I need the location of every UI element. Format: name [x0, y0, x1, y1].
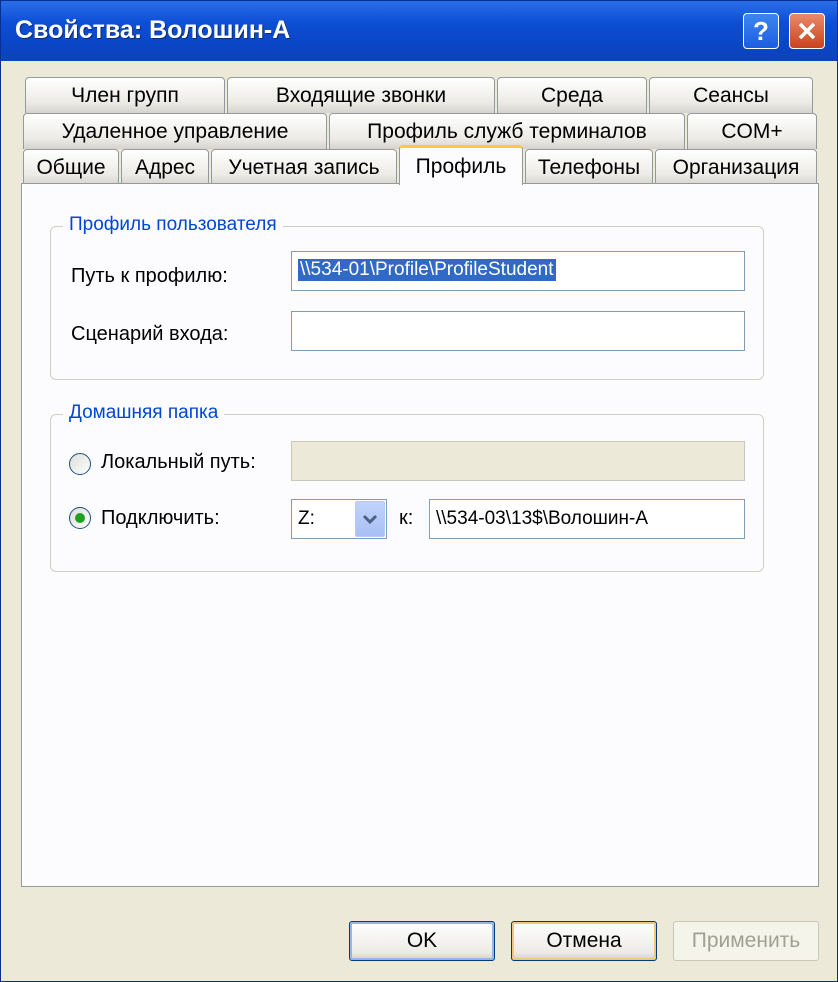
help-icon: ?: [753, 15, 769, 46]
tab-account[interactable]: Учетная запись: [211, 149, 397, 185]
tab-label: Общие: [36, 155, 106, 179]
tab-environment[interactable]: Среда: [497, 77, 647, 113]
tab-general[interactable]: Общие: [23, 149, 119, 185]
chevron-down-icon: [362, 514, 378, 525]
tab-label: Член групп: [71, 83, 179, 107]
connect-path-value: \\534-03\13$\Волошин-А: [436, 508, 649, 529]
profile-path-input[interactable]: \\534-01\Profile\ProfileStudent: [291, 251, 745, 291]
tab-telephones[interactable]: Телефоны: [525, 149, 653, 185]
user-profile-group: Профиль пользователя Путь к профилю: \\5…: [50, 214, 764, 380]
home-folder-group: Домашняя папка Локальный путь: Подключит…: [50, 402, 764, 572]
tab-address[interactable]: Адрес: [121, 149, 209, 185]
tab-label: Телефоны: [537, 155, 641, 179]
apply-label: Применить: [691, 929, 801, 952]
tab-label: Организация: [672, 155, 800, 179]
window-title: Свойства: Волошин-А: [15, 16, 291, 44]
local-path-label: Локальный путь:: [101, 451, 256, 473]
profile-path-label: Путь к профилю:: [71, 265, 228, 287]
connect-label: Подключить:: [101, 507, 220, 529]
ok-label: OK: [406, 929, 438, 952]
help-button[interactable]: ?: [743, 13, 779, 49]
drive-letter-select[interactable]: Z:: [291, 499, 387, 539]
connect-radio[interactable]: [69, 507, 91, 529]
tab-label: Среда: [541, 83, 603, 107]
tab-label: Учетная запись: [228, 155, 380, 179]
tab-label: Адрес: [134, 155, 196, 179]
local-path-radio[interactable]: [69, 453, 91, 475]
title-bar[interactable]: Свойства: Волошин-А ?: [1, 1, 837, 61]
tab-label: Входящие звонки: [275, 83, 447, 107]
properties-dialog: Свойства: Волошин-А ? Член групп Входящи…: [0, 0, 838, 982]
tab-sessions[interactable]: Сеансы: [649, 77, 813, 113]
dropdown-button[interactable]: [355, 501, 385, 537]
connect-path-input[interactable]: \\534-03\13$\Волошин-А: [429, 499, 745, 539]
radio-selected-dot: [75, 513, 85, 523]
tab-com-plus[interactable]: COM+: [687, 113, 817, 149]
cancel-label: Отмена: [546, 929, 622, 952]
close-button[interactable]: [789, 13, 825, 49]
ok-button[interactable]: OK: [349, 921, 495, 961]
home-folder-group-title: Домашняя папка: [63, 402, 225, 424]
local-path-input[interactable]: [291, 441, 745, 481]
apply-button[interactable]: Применить: [673, 921, 819, 961]
tab-member-of[interactable]: Член групп: [25, 77, 225, 113]
logon-script-label: Сценарий входа:: [71, 323, 229, 345]
logon-script-input[interactable]: [291, 311, 745, 351]
tab-remote-control[interactable]: Удаленное управление: [23, 113, 327, 149]
tab-label: Профиль: [415, 154, 507, 178]
tab-label: Сеансы: [693, 83, 769, 107]
tab-dial-in[interactable]: Входящие звонки: [227, 77, 495, 113]
close-icon: [798, 22, 816, 40]
profile-path-value: \\534-01\Profile\ProfileStudent: [298, 259, 556, 281]
tab-label: Удаленное управление: [61, 119, 289, 143]
tab-label: COM+: [721, 119, 783, 143]
to-label: к:: [399, 507, 414, 529]
tab-profile[interactable]: Профиль: [399, 145, 523, 185]
tab-terminal-services-profile[interactable]: Профиль служб терминалов: [329, 113, 685, 149]
tab-panel-profile: Профиль пользователя Путь к профилю: \\5…: [21, 183, 819, 887]
drive-letter-value: Z:: [298, 508, 315, 529]
user-profile-group-title: Профиль пользователя: [63, 214, 283, 236]
tab-organization[interactable]: Организация: [655, 149, 817, 185]
tab-label: Профиль служб терминалов: [367, 119, 647, 143]
cancel-button[interactable]: Отмена: [511, 921, 657, 961]
